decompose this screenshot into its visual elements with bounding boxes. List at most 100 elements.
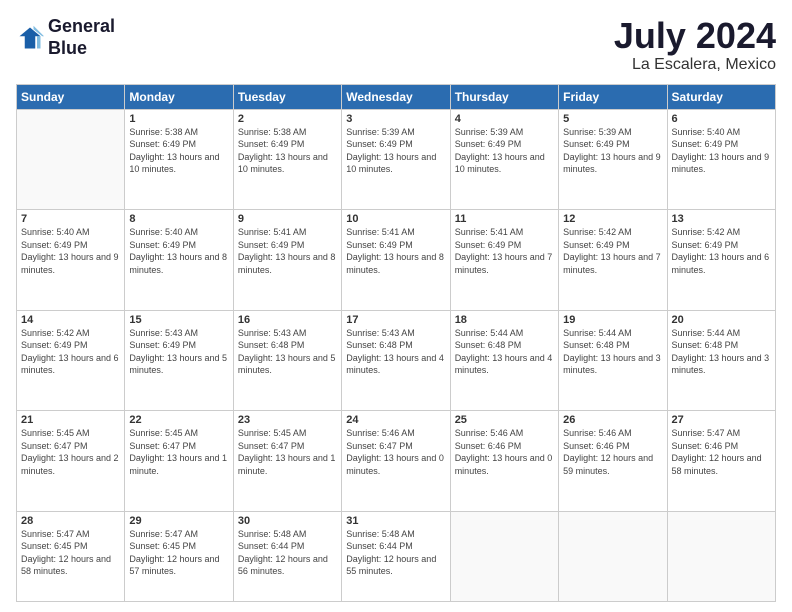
- logo-text: General Blue: [48, 16, 115, 59]
- day-info: Sunrise: 5:48 AM Sunset: 6:44 PM Dayligh…: [346, 528, 445, 578]
- table-row: 10Sunrise: 5:41 AM Sunset: 6:49 PM Dayli…: [342, 210, 450, 310]
- day-number: 2: [238, 113, 337, 125]
- day-info: Sunrise: 5:40 AM Sunset: 6:49 PM Dayligh…: [129, 226, 228, 276]
- day-number: 20: [672, 314, 771, 326]
- day-info: Sunrise: 5:43 AM Sunset: 6:48 PM Dayligh…: [238, 327, 337, 377]
- table-row: 26Sunrise: 5:46 AM Sunset: 6:46 PM Dayli…: [559, 411, 667, 511]
- table-row: [17, 109, 125, 209]
- table-row: 24Sunrise: 5:46 AM Sunset: 6:47 PM Dayli…: [342, 411, 450, 511]
- calendar-table: Sunday Monday Tuesday Wednesday Thursday…: [16, 84, 776, 602]
- col-wednesday: Wednesday: [342, 84, 450, 109]
- day-number: 7: [21, 213, 120, 225]
- week-row-2: 7Sunrise: 5:40 AM Sunset: 6:49 PM Daylig…: [17, 210, 776, 310]
- day-info: Sunrise: 5:44 AM Sunset: 6:48 PM Dayligh…: [672, 327, 771, 377]
- table-row: 21Sunrise: 5:45 AM Sunset: 6:47 PM Dayli…: [17, 411, 125, 511]
- table-row: 5Sunrise: 5:39 AM Sunset: 6:49 PM Daylig…: [559, 109, 667, 209]
- day-info: Sunrise: 5:40 AM Sunset: 6:49 PM Dayligh…: [21, 226, 120, 276]
- table-row: 25Sunrise: 5:46 AM Sunset: 6:46 PM Dayli…: [450, 411, 558, 511]
- day-info: Sunrise: 5:48 AM Sunset: 6:44 PM Dayligh…: [238, 528, 337, 578]
- col-friday: Friday: [559, 84, 667, 109]
- table-row: 31Sunrise: 5:48 AM Sunset: 6:44 PM Dayli…: [342, 511, 450, 601]
- table-row: 1Sunrise: 5:38 AM Sunset: 6:49 PM Daylig…: [125, 109, 233, 209]
- table-row: 8Sunrise: 5:40 AM Sunset: 6:49 PM Daylig…: [125, 210, 233, 310]
- day-number: 10: [346, 213, 445, 225]
- day-number: 3: [346, 113, 445, 125]
- logo-icon: [16, 24, 44, 52]
- table-row: 17Sunrise: 5:43 AM Sunset: 6:48 PM Dayli…: [342, 310, 450, 410]
- day-number: 25: [455, 414, 554, 426]
- table-row: 27Sunrise: 5:47 AM Sunset: 6:46 PM Dayli…: [667, 411, 775, 511]
- day-info: Sunrise: 5:42 AM Sunset: 6:49 PM Dayligh…: [672, 226, 771, 276]
- table-row: 29Sunrise: 5:47 AM Sunset: 6:45 PM Dayli…: [125, 511, 233, 601]
- table-row: 15Sunrise: 5:43 AM Sunset: 6:49 PM Dayli…: [125, 310, 233, 410]
- table-row: 7Sunrise: 5:40 AM Sunset: 6:49 PM Daylig…: [17, 210, 125, 310]
- day-number: 18: [455, 314, 554, 326]
- table-row: 12Sunrise: 5:42 AM Sunset: 6:49 PM Dayli…: [559, 210, 667, 310]
- day-number: 13: [672, 213, 771, 225]
- table-row: 13Sunrise: 5:42 AM Sunset: 6:49 PM Dayli…: [667, 210, 775, 310]
- day-info: Sunrise: 5:41 AM Sunset: 6:49 PM Dayligh…: [455, 226, 554, 276]
- header-row: Sunday Monday Tuesday Wednesday Thursday…: [17, 84, 776, 109]
- day-number: 15: [129, 314, 228, 326]
- day-info: Sunrise: 5:44 AM Sunset: 6:48 PM Dayligh…: [563, 327, 662, 377]
- col-tuesday: Tuesday: [233, 84, 341, 109]
- title-block: July 2024 La Escalera, Mexico: [614, 16, 776, 74]
- day-info: Sunrise: 5:42 AM Sunset: 6:49 PM Dayligh…: [563, 226, 662, 276]
- day-number: 31: [346, 515, 445, 527]
- table-row: 14Sunrise: 5:42 AM Sunset: 6:49 PM Dayli…: [17, 310, 125, 410]
- day-number: 14: [21, 314, 120, 326]
- day-number: 12: [563, 213, 662, 225]
- week-row-1: 1Sunrise: 5:38 AM Sunset: 6:49 PM Daylig…: [17, 109, 776, 209]
- day-number: 4: [455, 113, 554, 125]
- table-row: 11Sunrise: 5:41 AM Sunset: 6:49 PM Dayli…: [450, 210, 558, 310]
- day-number: 22: [129, 414, 228, 426]
- day-info: Sunrise: 5:39 AM Sunset: 6:49 PM Dayligh…: [563, 126, 662, 176]
- day-number: 24: [346, 414, 445, 426]
- col-sunday: Sunday: [17, 84, 125, 109]
- table-row: [450, 511, 558, 601]
- table-row: 18Sunrise: 5:44 AM Sunset: 6:48 PM Dayli…: [450, 310, 558, 410]
- week-row-4: 21Sunrise: 5:45 AM Sunset: 6:47 PM Dayli…: [17, 411, 776, 511]
- page: General Blue July 2024 La Escalera, Mexi…: [0, 0, 792, 612]
- month-title: July 2024: [614, 16, 776, 56]
- table-row: [667, 511, 775, 601]
- day-info: Sunrise: 5:39 AM Sunset: 6:49 PM Dayligh…: [455, 126, 554, 176]
- day-number: 29: [129, 515, 228, 527]
- table-row: 3Sunrise: 5:39 AM Sunset: 6:49 PM Daylig…: [342, 109, 450, 209]
- day-info: Sunrise: 5:38 AM Sunset: 6:49 PM Dayligh…: [129, 126, 228, 176]
- location: La Escalera, Mexico: [614, 56, 776, 74]
- day-info: Sunrise: 5:39 AM Sunset: 6:49 PM Dayligh…: [346, 126, 445, 176]
- day-info: Sunrise: 5:40 AM Sunset: 6:49 PM Dayligh…: [672, 126, 771, 176]
- header: General Blue July 2024 La Escalera, Mexi…: [16, 16, 776, 74]
- day-number: 6: [672, 113, 771, 125]
- table-row: 19Sunrise: 5:44 AM Sunset: 6:48 PM Dayli…: [559, 310, 667, 410]
- col-thursday: Thursday: [450, 84, 558, 109]
- week-row-3: 14Sunrise: 5:42 AM Sunset: 6:49 PM Dayli…: [17, 310, 776, 410]
- table-row: 22Sunrise: 5:45 AM Sunset: 6:47 PM Dayli…: [125, 411, 233, 511]
- day-info: Sunrise: 5:45 AM Sunset: 6:47 PM Dayligh…: [129, 427, 228, 477]
- table-row: 4Sunrise: 5:39 AM Sunset: 6:49 PM Daylig…: [450, 109, 558, 209]
- logo-line1: General: [48, 16, 115, 38]
- day-number: 21: [21, 414, 120, 426]
- week-row-5: 28Sunrise: 5:47 AM Sunset: 6:45 PM Dayli…: [17, 511, 776, 601]
- day-info: Sunrise: 5:38 AM Sunset: 6:49 PM Dayligh…: [238, 126, 337, 176]
- day-number: 26: [563, 414, 662, 426]
- day-info: Sunrise: 5:41 AM Sunset: 6:49 PM Dayligh…: [238, 226, 337, 276]
- table-row: 16Sunrise: 5:43 AM Sunset: 6:48 PM Dayli…: [233, 310, 341, 410]
- table-row: 28Sunrise: 5:47 AM Sunset: 6:45 PM Dayli…: [17, 511, 125, 601]
- day-info: Sunrise: 5:43 AM Sunset: 6:49 PM Dayligh…: [129, 327, 228, 377]
- day-info: Sunrise: 5:46 AM Sunset: 6:46 PM Dayligh…: [455, 427, 554, 477]
- day-info: Sunrise: 5:47 AM Sunset: 6:45 PM Dayligh…: [21, 528, 120, 578]
- col-monday: Monday: [125, 84, 233, 109]
- day-info: Sunrise: 5:45 AM Sunset: 6:47 PM Dayligh…: [21, 427, 120, 477]
- day-info: Sunrise: 5:47 AM Sunset: 6:46 PM Dayligh…: [672, 427, 771, 477]
- day-number: 5: [563, 113, 662, 125]
- day-number: 9: [238, 213, 337, 225]
- day-info: Sunrise: 5:44 AM Sunset: 6:48 PM Dayligh…: [455, 327, 554, 377]
- day-info: Sunrise: 5:42 AM Sunset: 6:49 PM Dayligh…: [21, 327, 120, 377]
- table-row: 2Sunrise: 5:38 AM Sunset: 6:49 PM Daylig…: [233, 109, 341, 209]
- day-number: 1: [129, 113, 228, 125]
- day-number: 16: [238, 314, 337, 326]
- logo-line2: Blue: [48, 38, 115, 60]
- day-info: Sunrise: 5:41 AM Sunset: 6:49 PM Dayligh…: [346, 226, 445, 276]
